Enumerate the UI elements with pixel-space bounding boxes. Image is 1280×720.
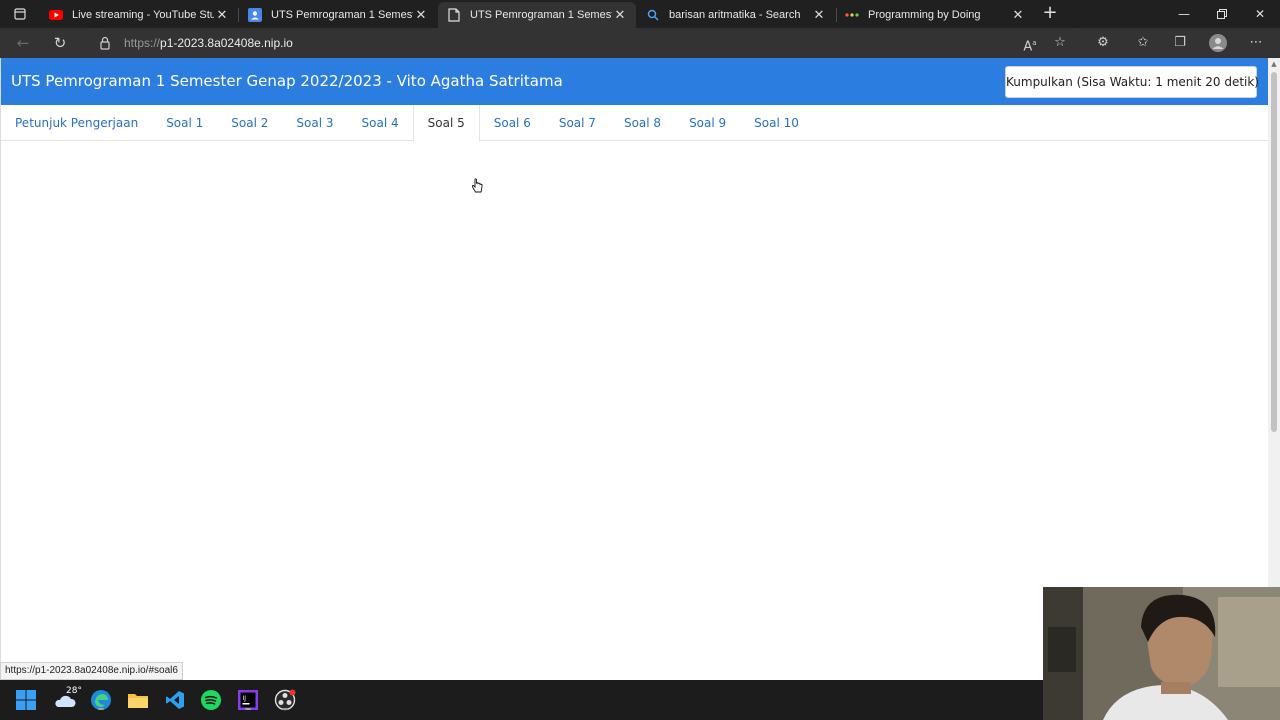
favorite-star-icon[interactable]: ☆	[1051, 34, 1069, 52]
tab-soal-6[interactable]: Soal 6	[480, 105, 545, 141]
minimize-icon: —	[1178, 7, 1190, 21]
restore-button[interactable]	[1212, 4, 1232, 24]
tab-actions-button[interactable]	[0, 0, 40, 28]
tab-actions-icon	[14, 8, 26, 20]
file-explorer-icon[interactable]	[126, 688, 150, 712]
running-indicator	[245, 708, 251, 710]
avatar-icon	[1209, 34, 1227, 52]
search-icon	[645, 7, 661, 23]
url-input[interactable]: https://p1-2023.8a02408e.nip.io	[86, 31, 1086, 55]
minimize-button[interactable]: —	[1174, 4, 1194, 24]
browser-tab-uts-1[interactable]: UTS Pemrograman 1 Semester Genap 2022/20…	[239, 2, 437, 28]
tab-title: Programming by Doing	[868, 9, 981, 21]
tab-soal-5[interactable]: Soal 5	[412, 105, 480, 142]
extensions-icon[interactable]: ⚙	[1094, 34, 1112, 52]
collections-icon[interactable]: ❐	[1171, 34, 1189, 52]
weather-temperature: 28°	[66, 686, 82, 696]
url-text: https://p1-2023.8a02408e.nip.io	[124, 36, 293, 50]
scroll-up-icon[interactable]: ▲	[1268, 60, 1280, 70]
document-icon	[446, 7, 462, 23]
link-status-bar: https://p1-2023.8a02408e.nip.io/#soal6	[0, 662, 183, 680]
tab-soal-4[interactable]: Soal 4	[348, 105, 413, 141]
page-title: UTS Pemrograman 1 Semester Genap 2022/20…	[11, 72, 563, 90]
more-menu-icon[interactable]: ⋯	[1247, 34, 1265, 52]
browser-tab-programming[interactable]: Programming by Doing ✕	[836, 2, 1034, 28]
plus-icon: +	[1042, 2, 1058, 23]
spotify-icon[interactable]	[199, 688, 223, 712]
youtube-icon	[48, 7, 64, 23]
obs-icon[interactable]	[273, 688, 297, 712]
question-tabs: Petunjuk Pengerjaan Soal 1 Soal 2 Soal 3…	[1, 105, 1268, 142]
tab-title: Live streaming - YouTube Studio	[72, 9, 214, 21]
user-page-icon	[247, 7, 263, 23]
tab-soal-8[interactable]: Soal 8	[610, 105, 675, 141]
running-indicator	[98, 708, 104, 710]
scroll-thumb[interactable]	[1271, 72, 1277, 432]
refresh-button[interactable]: ↻	[49, 33, 71, 53]
dots-icon	[844, 7, 860, 23]
close-icon: ✕	[1254, 7, 1266, 21]
tab-soal-7[interactable]: Soal 7	[545, 105, 610, 141]
close-window-button[interactable]: ✕	[1250, 4, 1270, 24]
close-icon[interactable]: ✕	[214, 7, 230, 23]
browser-tab-search[interactable]: barisan aritmatika - Search ✕	[637, 2, 835, 28]
close-icon[interactable]: ✕	[1010, 7, 1026, 23]
back-button[interactable]: ←	[12, 33, 34, 53]
submit-button[interactable]: Kumpulkan (Sisa Waktu: 1 menit 20 detik)	[1005, 66, 1259, 98]
intellij-icon[interactable]: IJ	[236, 688, 260, 712]
tab-soal-2[interactable]: Soal 2	[217, 105, 282, 141]
lock-icon	[100, 36, 110, 50]
close-icon[interactable]: ✕	[612, 7, 628, 23]
webcam-overlay	[1043, 587, 1280, 720]
restore-icon	[1217, 9, 1227, 19]
close-icon[interactable]: ✕	[413, 7, 429, 23]
tab-soal-1[interactable]: Soal 1	[152, 105, 217, 141]
webcam-person-image	[1043, 587, 1280, 720]
exam-header: UTS Pemrograman 1 Semester Genap 2022/20…	[1, 58, 1268, 105]
profile-button[interactable]	[1209, 34, 1227, 52]
running-indicator	[282, 708, 288, 710]
edge-icon[interactable]	[89, 688, 113, 712]
favorites-icon[interactable]: ✩	[1134, 34, 1152, 52]
hand-cursor-icon	[471, 178, 483, 193]
vscode-icon[interactable]	[163, 688, 187, 712]
tab-title: barisan aritmatika - Search	[669, 9, 801, 21]
tab-soal-3[interactable]: Soal 3	[282, 105, 347, 141]
tab-soal-10[interactable]: Soal 10	[740, 105, 813, 141]
tab-title: UTS Pemrograman 1 Semester Genap 2022/20…	[470, 9, 612, 21]
svg-text:IJ: IJ	[243, 695, 247, 702]
close-icon[interactable]: ✕	[811, 7, 827, 23]
read-aloud-icon[interactable]: Aa	[1021, 34, 1039, 54]
url-host: p1-2023.8a02408e.nip.io	[160, 36, 293, 50]
refresh-icon: ↻	[53, 34, 67, 52]
tab-soal-9[interactable]: Soal 9	[675, 105, 740, 141]
browser-tab-strip: Live streaming - YouTube Studio ✕ UTS Pe…	[0, 0, 1280, 28]
tab-petunjuk[interactable]: Petunjuk Pengerjaan	[1, 105, 152, 141]
back-arrow-icon: ←	[16, 34, 30, 52]
windows-start-icon[interactable]	[14, 688, 38, 712]
url-scheme: https://	[124, 36, 161, 50]
new-tab-button[interactable]: +	[1040, 4, 1060, 24]
browser-tab-uts-active[interactable]: UTS Pemrograman 1 Semester Genap 2022/20…	[438, 2, 636, 28]
address-bar: ← ↻ https://p1-2023.8a02408e.nip.io Aa ☆…	[0, 28, 1280, 58]
browser-tab-youtube[interactable]: Live streaming - YouTube Studio ✕	[40, 2, 238, 28]
tab-title: UTS Pemrograman 1 Semester Genap 2022/20…	[271, 9, 413, 21]
